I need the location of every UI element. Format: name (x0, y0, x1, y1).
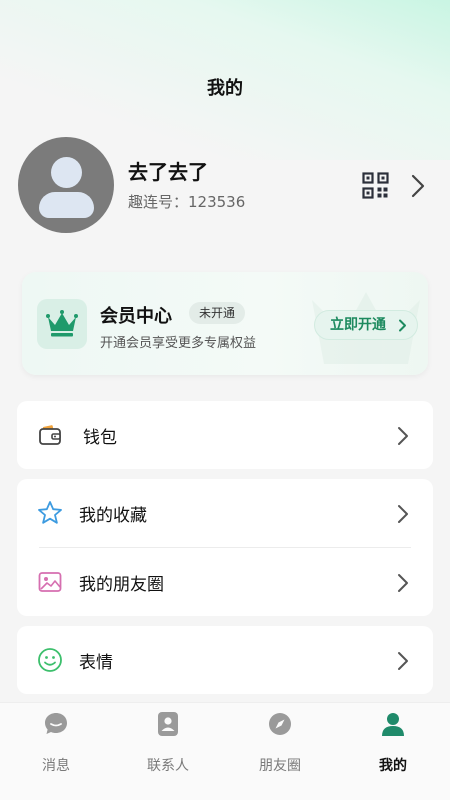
tab-contacts[interactable]: 联系人 (123, 711, 213, 781)
menu-item-favorites[interactable]: 我的收藏 (17, 479, 433, 547)
chat-bubble-icon (45, 713, 67, 734)
qr-code-icon[interactable] (362, 172, 389, 199)
star-icon (38, 501, 62, 524)
tab-label-moments: 朋友圈 (259, 758, 301, 774)
collections-card: 我的收藏 我的朋友圈 (17, 479, 433, 616)
member-description: 开通会员享受更多专属权益 (100, 336, 257, 351)
menu-item-moments[interactable]: 我的朋友圈 (17, 548, 433, 616)
open-membership-button[interactable]: 立即开通 (314, 310, 418, 340)
bottom-tab-bar: 消息 联系人 朋友圈 我的 (0, 702, 450, 800)
tab-label-messages: 消息 (42, 758, 70, 774)
menu-item-wallet[interactable]: 钱包 (17, 401, 433, 469)
chevron-right-icon (399, 319, 406, 332)
avatar-body-shape (39, 192, 94, 218)
chevron-right-icon (398, 505, 408, 523)
tab-label-contacts: 联系人 (147, 758, 189, 774)
menu-label-moments: 我的朋友圈 (79, 575, 164, 595)
chevron-right-icon (398, 652, 408, 670)
crown-icon-box (37, 299, 87, 349)
menu-label-favorites: 我的收藏 (79, 506, 147, 526)
avatar-head-shape (51, 157, 82, 188)
crown-icon (46, 310, 78, 337)
menu-label-stickers: 表情 (79, 653, 113, 673)
member-center-card[interactable]: 会员中心 未开通 开通会员享受更多专属权益 立即开通 (22, 272, 428, 375)
member-status-badge: 未开通 (189, 302, 246, 324)
member-center-title: 会员中心 (100, 306, 172, 327)
profile-nickname[interactable]: 去了去了 (128, 156, 208, 185)
profile-chevron-right-icon[interactable] (410, 173, 426, 199)
wallet-card: 钱包 (17, 401, 433, 469)
tab-moments[interactable]: 朋友圈 (235, 711, 325, 781)
open-membership-label: 立即开通 (330, 317, 386, 333)
tab-label-me: 我的 (379, 758, 407, 774)
chevron-right-icon (398, 574, 408, 592)
contacts-icon (158, 712, 178, 736)
picture-icon (38, 572, 62, 592)
stickers-card: 表情 (17, 626, 433, 694)
page-title: 我的 (207, 78, 243, 99)
smiley-icon (38, 648, 62, 672)
wallet-icon (39, 425, 61, 445)
menu-label-wallet: 钱包 (83, 428, 117, 448)
tab-messages[interactable]: 消息 (11, 711, 101, 781)
menu-item-stickers[interactable]: 表情 (17, 626, 433, 694)
chevron-right-icon (398, 427, 408, 445)
profile-account-id: 趣连号：123536 (128, 193, 246, 211)
avatar[interactable] (18, 137, 114, 233)
tab-me[interactable]: 我的 (348, 711, 438, 781)
compass-icon (269, 713, 291, 735)
user-icon (382, 713, 404, 736)
